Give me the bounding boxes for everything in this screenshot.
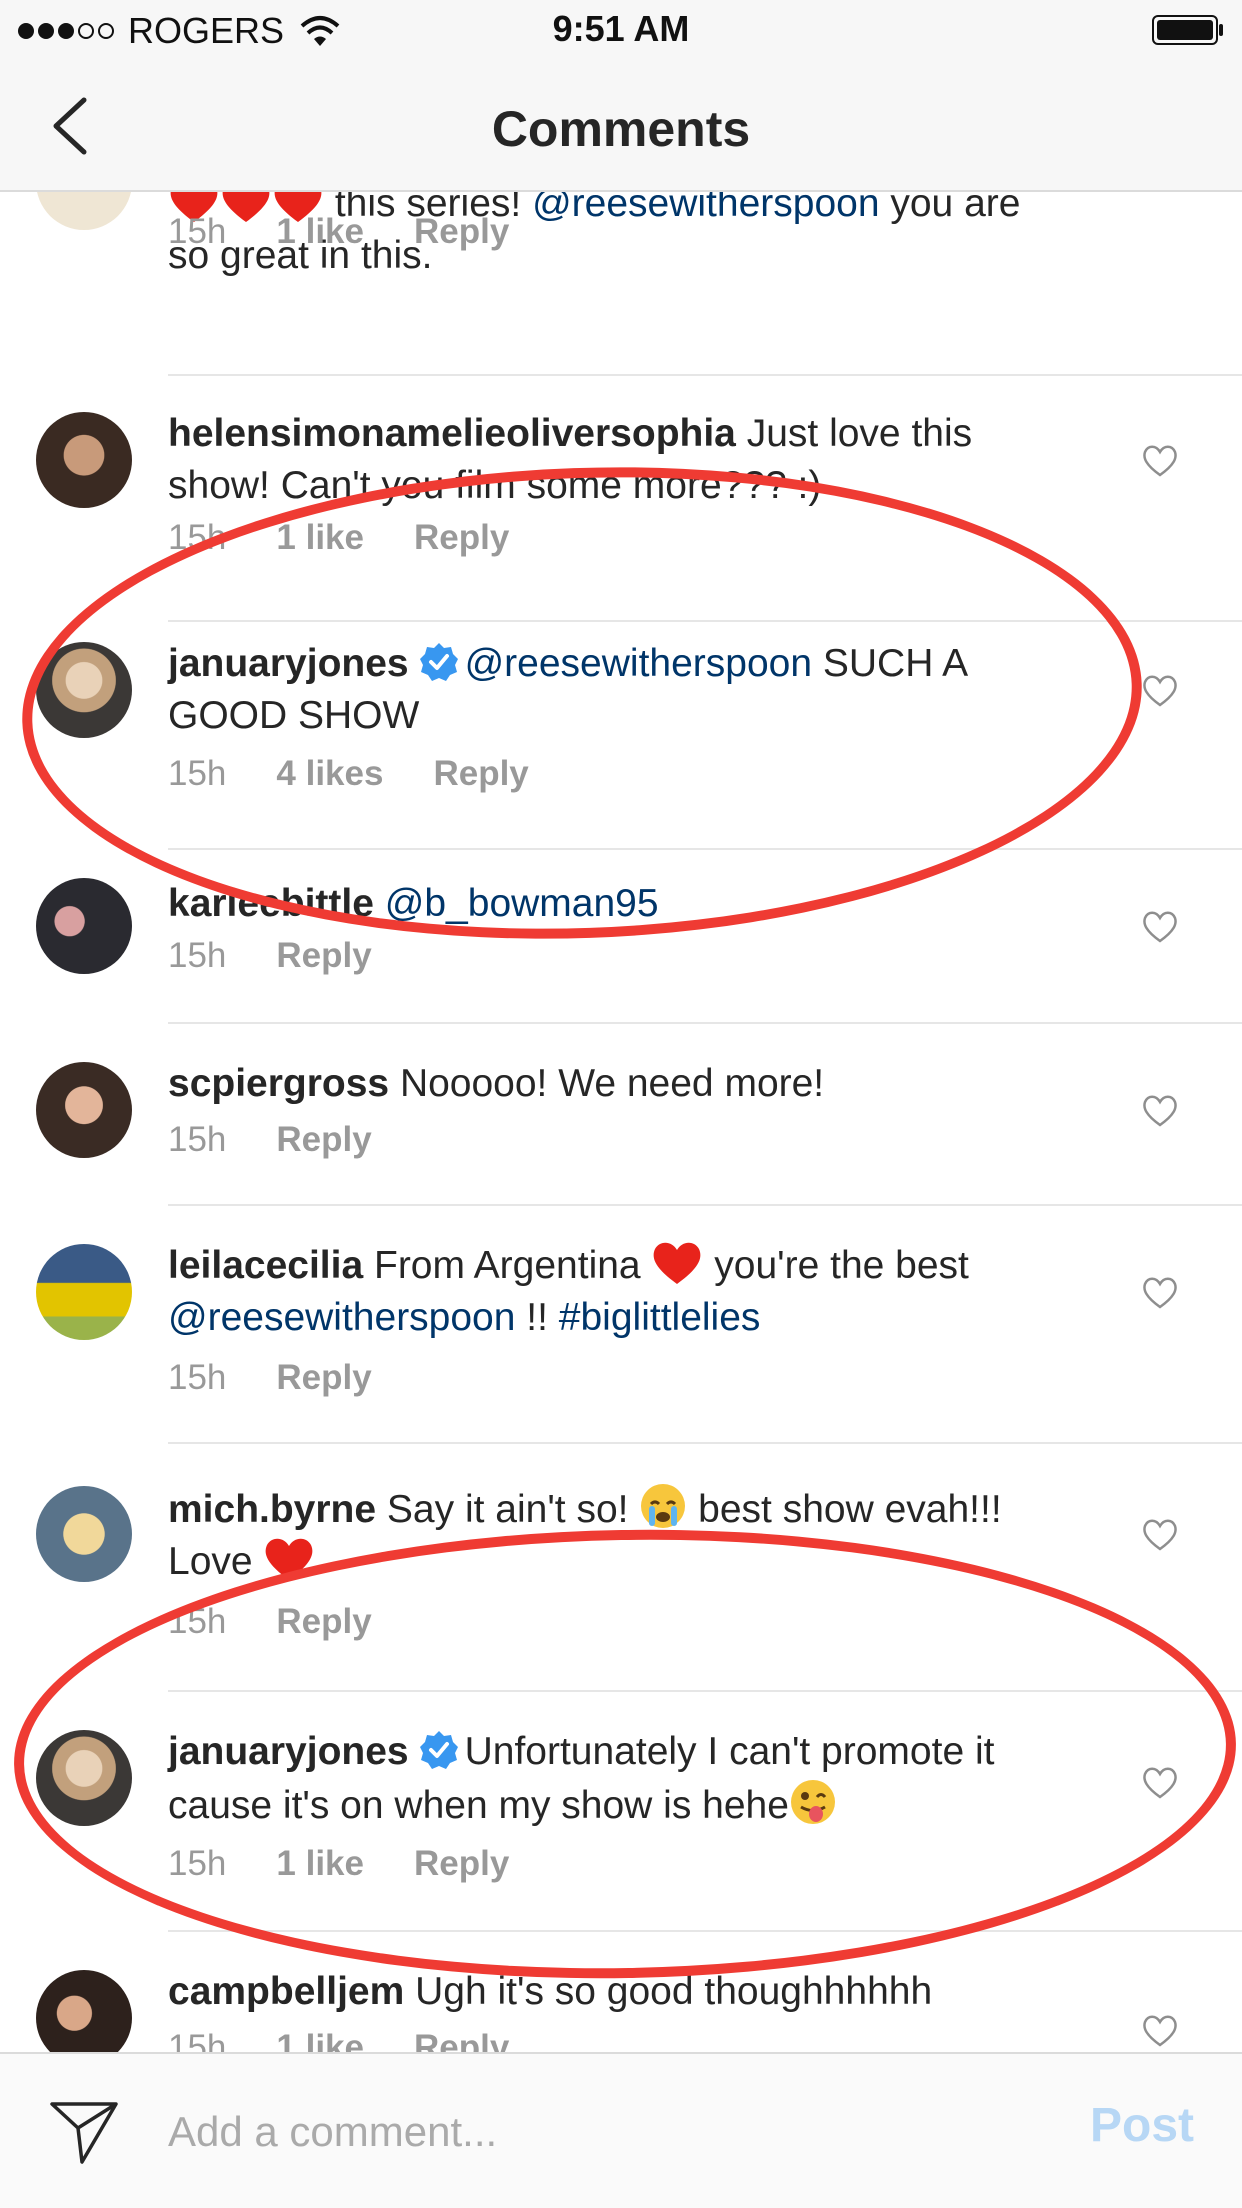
status-time: 9:51 AM: [552, 8, 690, 49]
comment-text-segment: From Argentina: [363, 1244, 652, 1287]
direct-send-icon[interactable]: [48, 2098, 120, 2166]
comment-meta: 15h 1 like Reply: [168, 2028, 559, 2052]
battery-icon: [1152, 15, 1223, 45]
comment-text-segment: !!: [515, 1296, 559, 1339]
mention-link[interactable]: @reesewitherspoon: [532, 192, 879, 225]
username-link[interactable]: leilacecilia: [168, 1244, 363, 1287]
avatar[interactable]: [36, 192, 132, 230]
comment-time: 15h: [168, 212, 227, 251]
post-button[interactable]: Post: [1090, 2098, 1194, 2153]
avatar[interactable]: [36, 1244, 132, 1340]
divider: [168, 1204, 1242, 1206]
username-link[interactable]: campbelljem: [168, 1970, 404, 2013]
comment-text: scpiergross Nooooo! We need more!: [168, 1058, 1068, 1110]
comment-time: 15h: [168, 2028, 227, 2052]
like-heart-icon[interactable]: [1140, 672, 1180, 708]
crying-face-emoji-icon: [641, 1484, 686, 1528]
reply-button[interactable]: Reply: [414, 212, 509, 252]
comment-text-segment: Nooooo! We need more!: [389, 1062, 825, 1105]
reply-button[interactable]: Reply: [276, 936, 371, 976]
likes-count[interactable]: 1 like: [276, 212, 364, 252]
comment-composer: Post: [0, 2052, 1242, 2208]
comment-input[interactable]: [168, 2098, 1028, 2166]
comment-meta: 15h Reply: [168, 1120, 422, 1160]
page-title: Comments: [491, 101, 751, 157]
comment-meta: 15h Reply: [168, 936, 422, 976]
like-heart-icon[interactable]: [1140, 1274, 1180, 1310]
comment-time: 15h: [168, 1120, 227, 1159]
divider: [168, 1022, 1242, 1024]
red-heart-emoji-icon: [654, 1242, 701, 1284]
comment-text: leilacecilia From Argentina you're the b…: [168, 1240, 1068, 1344]
comment-text-segment: Say it ain't so!: [376, 1488, 640, 1531]
likes-count[interactable]: 1 like: [276, 2028, 364, 2052]
avatar[interactable]: [36, 412, 132, 508]
comment-time: 15h: [168, 1358, 227, 1397]
username-link[interactable]: mich.byrne: [168, 1488, 376, 1531]
hashtag-link[interactable]: #biglittlelies: [559, 1296, 761, 1339]
like-heart-icon[interactable]: [1140, 1092, 1180, 1128]
mention-link[interactable]: @reesewitherspoon: [168, 1296, 515, 1339]
comment-meta: 15h 1 like Reply: [168, 212, 559, 252]
comment-text-segment: you're the best: [703, 1244, 969, 1287]
avatar[interactable]: [36, 1970, 132, 2052]
avatar[interactable]: [36, 1486, 132, 1582]
like-heart-icon[interactable]: [1140, 908, 1180, 944]
avatar[interactable]: [36, 1062, 132, 1158]
divider: [168, 1442, 1242, 1444]
avatar[interactable]: [36, 878, 132, 974]
username-link[interactable]: scpiergross: [168, 1062, 389, 1105]
reply-button[interactable]: Reply: [276, 1120, 371, 1160]
username-link[interactable]: helensimonamelieoliversophia: [168, 412, 736, 455]
reply-button[interactable]: Reply: [414, 2028, 509, 2052]
status-bar: ROGERS 9:51 AM: [0, 0, 1242, 60]
divider: [168, 374, 1242, 376]
like-heart-icon[interactable]: [1140, 1516, 1180, 1552]
like-heart-icon[interactable]: [1140, 442, 1180, 478]
navigation-bar: Comments: [0, 60, 1242, 192]
reply-button[interactable]: Reply: [276, 1358, 371, 1398]
comment-time: 15h: [168, 936, 227, 975]
like-heart-icon[interactable]: [1140, 2012, 1180, 2048]
comment-meta: 15h Reply: [168, 1358, 422, 1398]
